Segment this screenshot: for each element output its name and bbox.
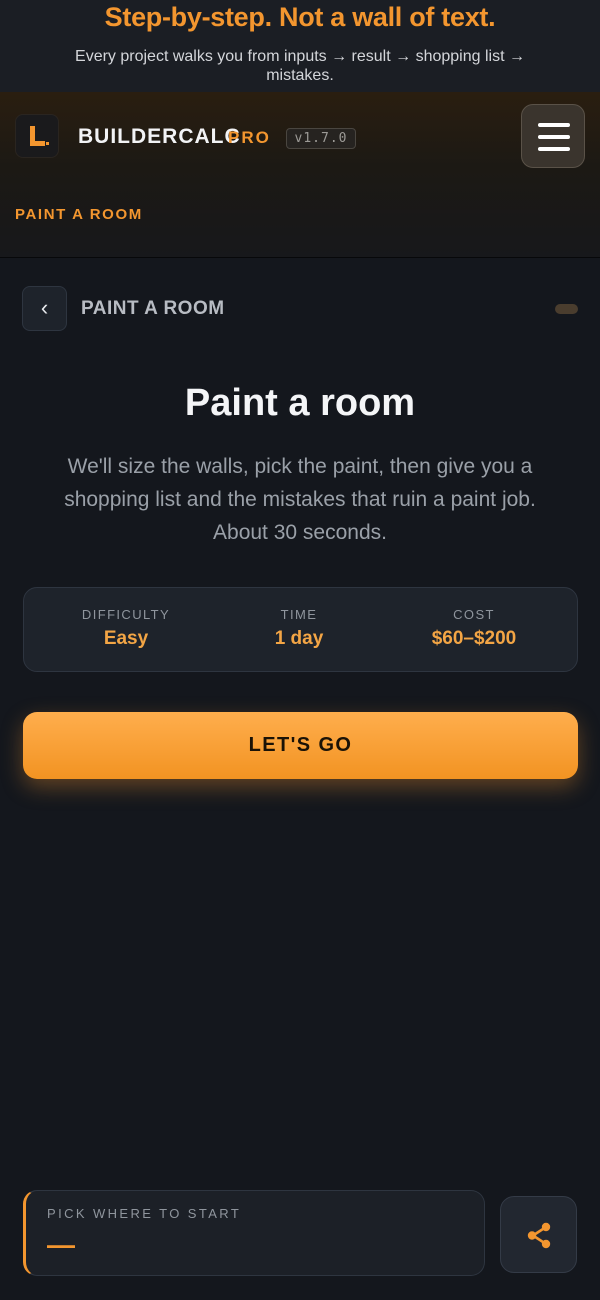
progress-pill (555, 304, 578, 314)
chevron-left-icon[interactable]: ‹ (22, 286, 67, 331)
stat-value: 1 day (274, 628, 324, 649)
version-badge: v1.7.0 (286, 128, 356, 149)
promo-subtitle: Every project walks you from inputs → re… (75, 48, 525, 84)
stat-label: DIFFICULTY (81, 607, 171, 622)
hamburger-icon[interactable] (521, 104, 585, 168)
app-header: BUILDERCALC PRO v1.7.0 PAINT A ROOM (0, 92, 600, 258)
promo-title: Step-by-step. Not a wall of text. (104, 2, 496, 32)
lets-go-button[interactable]: LET'S GO (23, 712, 578, 779)
stat-value: $60–$200 (431, 628, 517, 649)
pick-start-label: PICK WHERE TO START (47, 1206, 242, 1221)
stat-difficulty: DIFFICULTY Easy (66, 607, 186, 650)
breadcrumb[interactable]: PAINT A ROOM (15, 206, 143, 223)
stat-value: Easy (103, 628, 149, 649)
pick-start-selector[interactable]: PICK WHERE TO START — (23, 1190, 485, 1276)
intro-text: We'll size the walls, pick the paint, th… (64, 455, 536, 544)
brand-tier: PRO (228, 128, 271, 147)
stat-label: COST (453, 607, 495, 622)
stat-label: TIME (280, 607, 318, 622)
promo-banner: Step-by-step. Not a wall of text. Every … (0, 0, 600, 92)
stat-time: TIME 1 day (239, 607, 359, 650)
ruler-square-icon[interactable] (15, 114, 59, 158)
share-icon (527, 1222, 551, 1249)
stat-cost: COST $60–$200 (414, 607, 534, 650)
page-title: Paint a room (184, 382, 416, 424)
share-button[interactable] (500, 1196, 577, 1273)
pick-start-value: — (47, 1229, 75, 1260)
brand-name[interactable]: BUILDERCALC (78, 125, 241, 149)
section-label: PAINT A ROOM (81, 298, 225, 319)
project-stats-card: DIFFICULTY Easy TIME 1 day COST $60–$200 (23, 587, 578, 672)
